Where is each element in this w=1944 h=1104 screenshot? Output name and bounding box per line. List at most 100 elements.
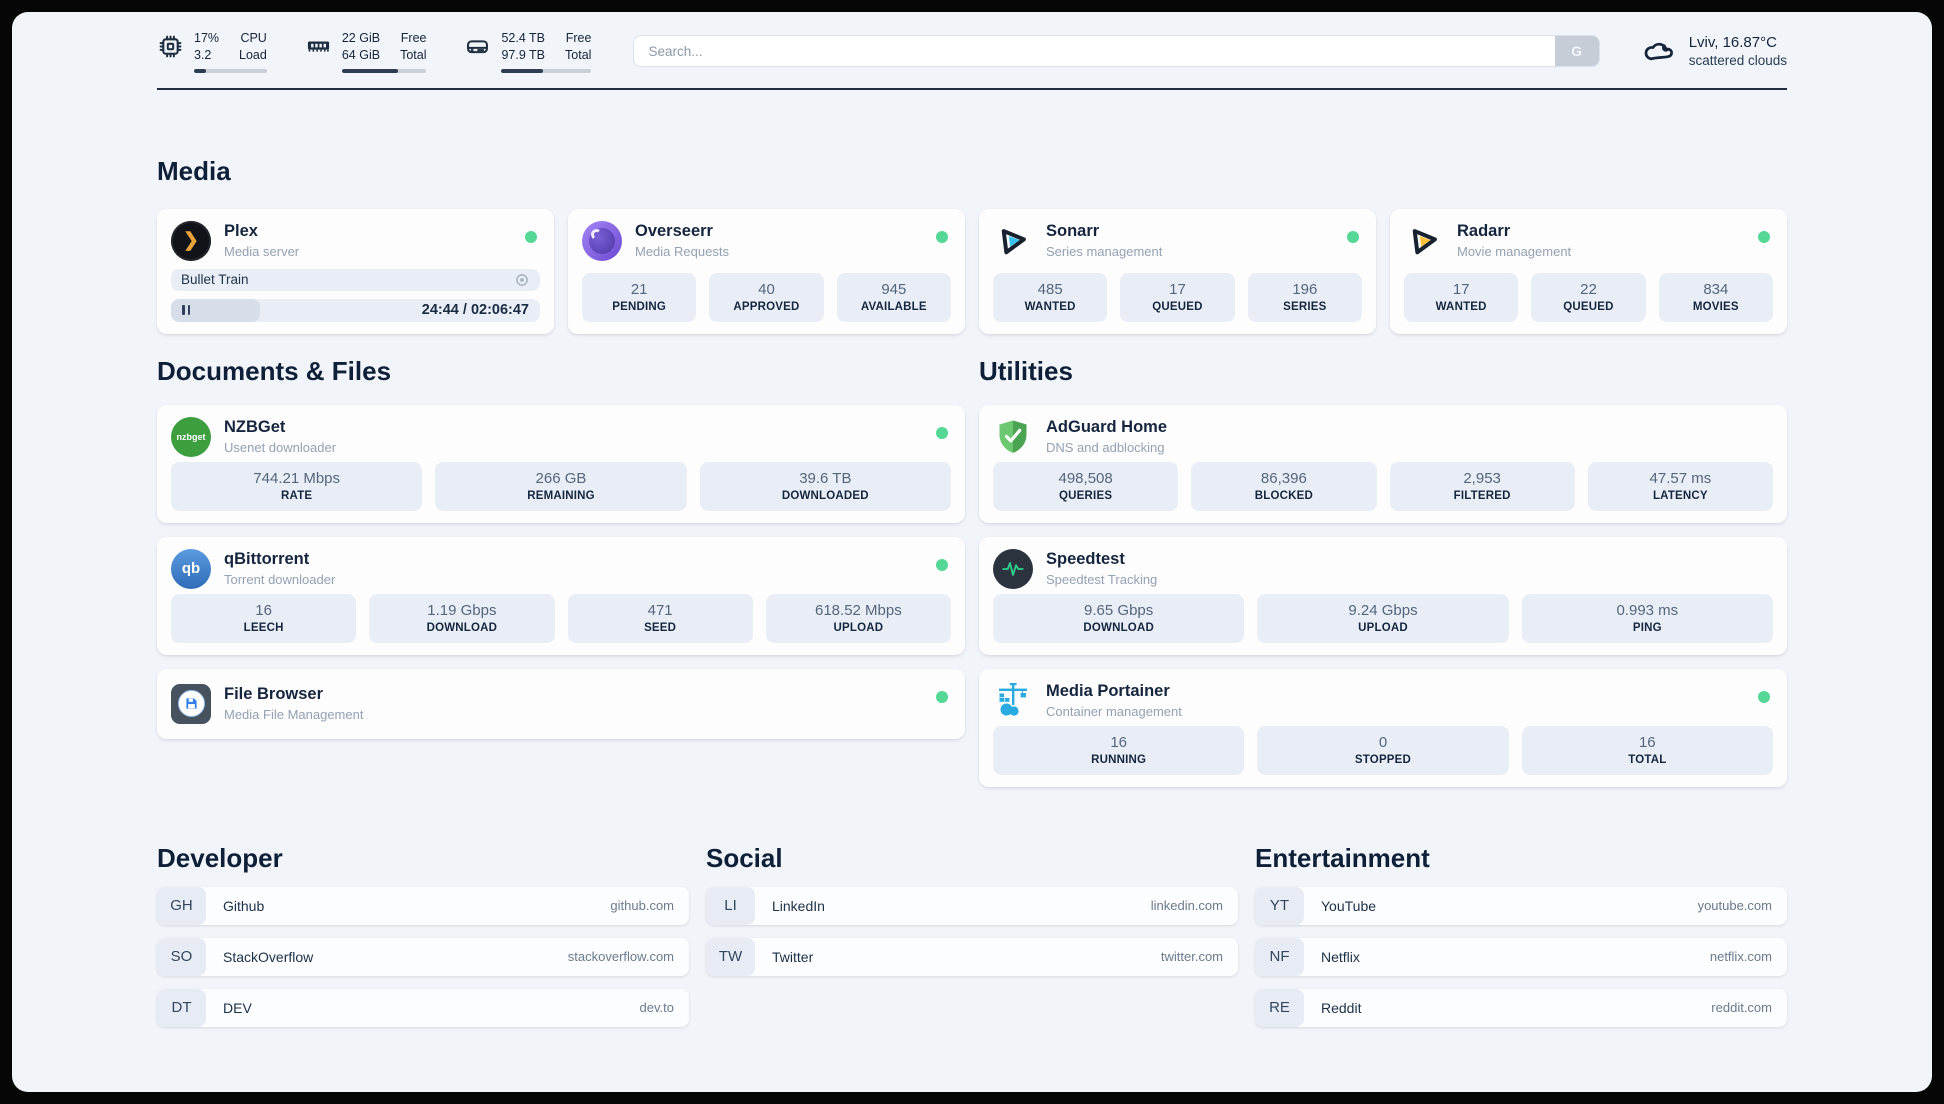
stat-downloaded: 39.6 TB DOWNLOADED <box>699 461 951 511</box>
bookmark-name: DEV <box>223 999 252 1016</box>
storage-progress-track <box>501 68 592 73</box>
stat-queued: 22 QUEUED <box>1531 272 1646 322</box>
stat-series: 196 SERIES <box>1247 272 1362 322</box>
memory-value-1: 22 GiB <box>341 31 381 45</box>
stat-latency: 47.57 ms LATENCY <box>1587 461 1773 511</box>
header-divider <box>157 87 1787 90</box>
overseerr-icon <box>582 220 622 261</box>
bookmark-abbr: RE <box>1255 988 1304 1027</box>
bookmark-url: youtube.com <box>1697 898 1772 913</box>
app-card-adguard[interactable]: AdGuard Home DNS and adblocking 498,508 Q… <box>979 404 1787 523</box>
bookmark-abbr: LI <box>706 886 755 925</box>
section-title-entertainment: Entertainment <box>1255 842 1430 873</box>
bookmark-name: Twitter <box>772 948 814 965</box>
memory-value-2: 64 GiB <box>341 48 381 63</box>
app-desc: DNS and adblocking <box>1046 440 1165 455</box>
memory-metric: 22 GiB 64 GiB Free Total <box>305 30 427 73</box>
status-dot <box>525 230 537 243</box>
utilities-column: Utilities AdGuard Home DNS and adblockin… <box>979 356 1787 787</box>
dashboard-page: 17% 3.2 CPU Load 22 GiB 64 GiB Free Tota… <box>12 12 1932 1092</box>
bookmark-name: LinkedIn <box>772 897 825 914</box>
session-view-icon <box>516 273 528 286</box>
stat-available: 945 AVAILABLE <box>836 272 951 322</box>
bookmark-github[interactable]: GH Github github.com <box>157 886 689 925</box>
search-engine-button[interactable]: G <box>1554 36 1599 67</box>
status-dot <box>936 230 948 243</box>
speedtest-icon <box>993 548 1033 589</box>
stat-stopped: 0 STOPPED <box>1257 725 1509 775</box>
bookmark-netflix[interactable]: NF Netflix netflix.com <box>1255 937 1787 976</box>
bookmark-dev[interactable]: DT DEV dev.to <box>157 988 689 1027</box>
app-name: AdGuard Home <box>1046 418 1168 436</box>
now-playing-title: Bullet Train <box>181 272 249 288</box>
bookmark-reddit[interactable]: RE Reddit reddit.com <box>1255 988 1787 1027</box>
social-column: Social LI LinkedIn linkedin.com TW Twitt… <box>706 843 1238 1027</box>
stat-blocked: 86,396 BLOCKED <box>1191 461 1377 511</box>
bookmark-abbr: NF <box>1255 937 1304 976</box>
cpu-value-2: 3.2 <box>194 48 212 63</box>
search-input[interactable] <box>633 35 1600 68</box>
bookmark-linkedin[interactable]: LI LinkedIn linkedin.com <box>706 886 1238 925</box>
entertainment-column: Entertainment YT YouTube youtube.com NF … <box>1255 843 1787 1027</box>
bookmark-abbr: YT <box>1255 886 1304 925</box>
bookmark-abbr: GH <box>157 886 206 925</box>
cpu-progress-track <box>194 68 267 73</box>
cpu-metric: 17% 3.2 CPU Load <box>157 30 267 73</box>
app-card-portainer[interactable]: Media Portainer Container management 16 R… <box>979 668 1787 787</box>
stat-seed: 471 SEED <box>567 593 753 643</box>
bookmark-twitter[interactable]: TW Twitter twitter.com <box>706 937 1238 976</box>
app-card-qbittorrent[interactable]: qb qBittorrent Torrent downloader 16 LEEC… <box>157 536 965 655</box>
bookmark-url: netflix.com <box>1709 949 1772 964</box>
section-title-developer: Developer <box>157 842 283 873</box>
memory-progress-track <box>341 68 427 73</box>
app-card-plex[interactable]: ❯ Plex Media server Bullet Train 24:44 /… <box>157 208 554 334</box>
bookmark-abbr: TW <box>706 937 755 976</box>
app-card-nzbget[interactable]: nzbget NZBGet Usenet downloader 744.21 M… <box>157 404 965 523</box>
app-card-overseerr[interactable]: Overseerr Media Requests 21 PENDING 40 APP… <box>568 208 965 334</box>
memory-label-2: Total <box>400 48 427 63</box>
floppy-icon <box>185 698 197 709</box>
bookmark-url: twitter.com <box>1160 949 1223 964</box>
bookmark-url: reddit.com <box>1711 1000 1772 1015</box>
plex-icon: ❯ <box>171 220 211 261</box>
cpu-progress-fill <box>194 68 207 73</box>
stat-download: 9.65 Gbps DOWNLOAD <box>993 593 1245 643</box>
stat-approved: 40 APPROVED <box>709 272 824 322</box>
app-desc: Container management <box>1046 704 1182 719</box>
app-card-sonarr[interactable]: Sonarr Series management 485 WANTED 17 QUE… <box>979 208 1376 334</box>
bookmark-url: dev.to <box>639 1000 674 1015</box>
stat-upload: 618.52 Mbps UPLOAD <box>765 593 951 643</box>
app-name: Plex <box>224 222 258 240</box>
bookmark-youtube[interactable]: YT YouTube youtube.com <box>1255 886 1787 925</box>
bookmark-stackoverflow[interactable]: SO StackOverflow stackoverflow.com <box>157 937 689 976</box>
app-name: Media Portainer <box>1046 682 1170 700</box>
status-dot <box>936 426 948 439</box>
stat-total: 16 TOTAL <box>1521 725 1773 775</box>
app-card-radarr[interactable]: Radarr Movie management 17 WANTED 22 QUEUE… <box>1390 208 1787 334</box>
app-name: Overseerr <box>635 222 713 240</box>
bookmark-name: Reddit <box>1321 999 1362 1016</box>
status-dot <box>1758 690 1770 703</box>
app-desc: Media Requests <box>635 244 729 259</box>
cloud-icon <box>1644 43 1673 61</box>
app-name: Speedtest <box>1046 550 1125 568</box>
stat-running: 16 RUNNING <box>993 725 1245 775</box>
app-name: File Browser <box>224 685 324 703</box>
storage-metric: 52.4 TB 97.9 TB Free Total <box>464 30 592 73</box>
app-card-speedtest[interactable]: Speedtest Speedtest Tracking 9.65 Gbps DO… <box>979 536 1787 655</box>
stat-wanted: 17 WANTED <box>1404 272 1519 322</box>
qbittorrent-icon: qb <box>171 548 211 589</box>
app-card-filebrowser[interactable]: File Browser Media File Management <box>157 668 965 739</box>
app-desc: Torrent downloader <box>224 572 336 587</box>
cpu-label-1: CPU <box>240 31 267 45</box>
stat-movies: 834 MOVIES <box>1658 272 1773 322</box>
app-desc: Media server <box>224 244 300 259</box>
app-name: Radarr <box>1457 222 1511 240</box>
stat-remaining: 266 GB REMAINING <box>435 461 687 511</box>
bookmark-name: YouTube <box>1321 897 1377 914</box>
status-dot <box>1347 230 1359 243</box>
playback-progress-row: 24:44 / 02:06:47 <box>171 299 540 322</box>
stat-queries: 498,508 QUERIES <box>993 461 1179 511</box>
now-playing-row: Bullet Train <box>171 268 540 291</box>
developer-column: Developer GH Github github.com SO StackO… <box>157 843 689 1027</box>
